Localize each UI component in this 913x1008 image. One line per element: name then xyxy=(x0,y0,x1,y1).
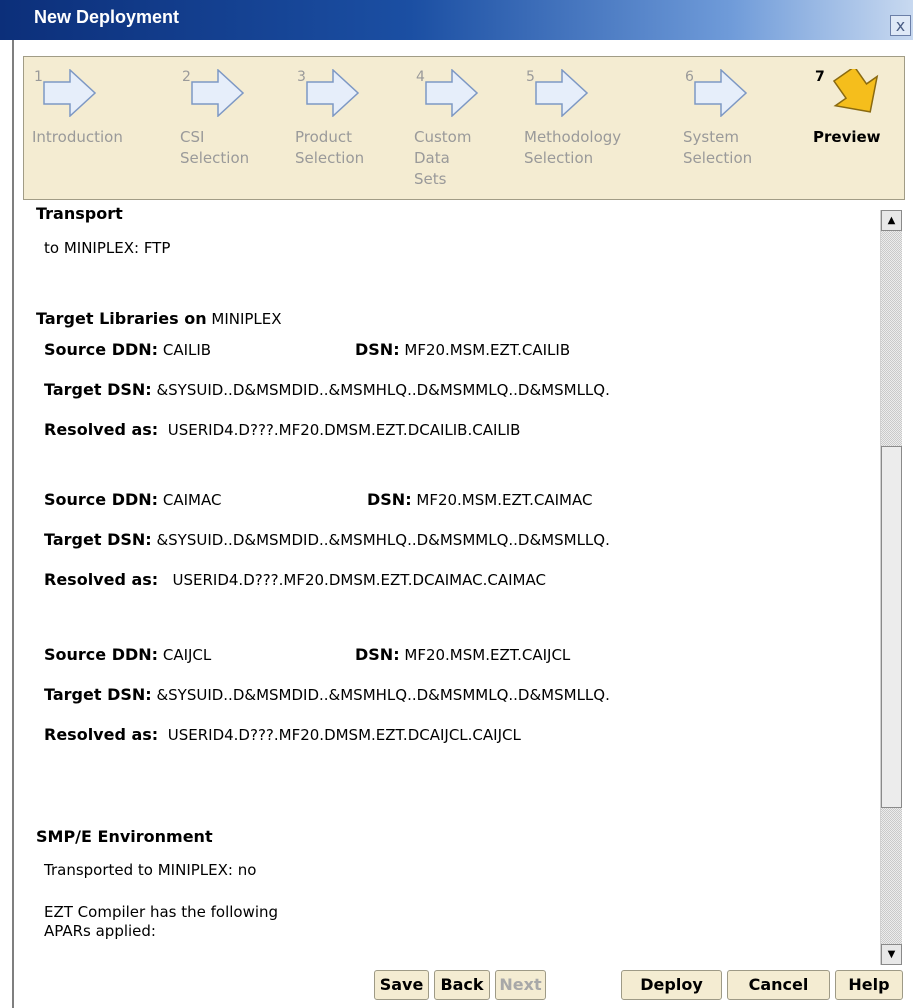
step-number: 3 xyxy=(297,69,306,85)
source-ddn-row: Source DDN: CAIJCL xyxy=(44,645,211,664)
dsn-value: MF20.MSM.EZT.CAILIB xyxy=(404,341,571,359)
target-dsn-label: Target DSN: xyxy=(44,530,152,549)
dsn-label: DSN: xyxy=(355,645,400,664)
source-ddn-value: CAIJCL xyxy=(162,646,212,664)
arrow-right-icon xyxy=(43,69,96,117)
target-libraries-label: Target Libraries on xyxy=(36,309,207,328)
title-bar: New Deployment x xyxy=(0,0,913,40)
resolved-as-label: Resolved as: xyxy=(44,725,159,744)
source-ddn-row: Source DDN: CAIMAC xyxy=(44,490,221,509)
step-number: 2 xyxy=(182,69,191,85)
step-number: 6 xyxy=(685,69,694,85)
resolved-as-row: Resolved as: USERID4.D???.MF20.DMSM.EZT.… xyxy=(44,725,521,744)
source-ddn-label: Source DDN: xyxy=(44,490,159,509)
transport-text: to MINIPLEX: FTP xyxy=(44,239,171,257)
cancel-button[interactable]: Cancel xyxy=(727,970,830,1000)
step-label: Introduction xyxy=(32,128,123,146)
arrow-right-icon xyxy=(694,69,747,117)
resolved-as-value: USERID4.D???.MF20.DMSM.EZT.DCAILIB.CAILI… xyxy=(167,421,521,439)
source-ddn-label: Source DDN: xyxy=(44,340,159,359)
step-number: 4 xyxy=(416,69,425,85)
arrow-down-current-icon xyxy=(832,69,879,113)
help-button[interactable]: Help xyxy=(835,970,903,1000)
resolved-as-label: Resolved as: xyxy=(44,420,159,439)
dsn-row: DSN: MF20.MSM.EZT.CAIMAC xyxy=(367,490,592,509)
step-label: Methodology Selection xyxy=(524,128,622,167)
source-ddn-label: Source DDN: xyxy=(44,645,159,664)
dsn-label: DSN: xyxy=(367,490,412,509)
step-number: 1 xyxy=(34,69,43,85)
target-dsn-value: &SYSUID..D&MSMDID..&MSMHLQ..D&MSMMLQ..D&… xyxy=(156,531,610,549)
smpe-apars-line1: EZT Compiler has the following xyxy=(44,903,279,921)
step-number: 7 xyxy=(815,69,825,85)
vertical-scrollbar[interactable]: ▲ ▼ xyxy=(880,210,902,965)
wizard-steps-bar: 1 Introduction 2 CSI Selection 3 Product… xyxy=(23,56,905,200)
dsn-value: MF20.MSM.EZT.CAIMAC xyxy=(416,491,593,509)
target-libraries-heading: Target Libraries on MINIPLEX xyxy=(36,309,282,328)
source-ddn-value: CAIMAC xyxy=(162,491,222,509)
smpe-apars-line2: APARs applied: xyxy=(44,922,156,940)
preview-content: Transport to MINIPLEX: FTP Target Librar… xyxy=(14,200,878,975)
dsn-row: DSN: MF20.MSM.EZT.CAILIB xyxy=(355,340,570,359)
save-button[interactable]: Save xyxy=(374,970,429,1000)
target-dsn-row: Target DSN: &SYSUID..D&MSMDID..&MSMHLQ..… xyxy=(44,380,610,399)
transport-heading: Transport xyxy=(36,204,123,223)
target-dsn-row: Target DSN: &SYSUID..D&MSMDID..&MSMHLQ..… xyxy=(44,685,610,704)
source-ddn-value: CAILIB xyxy=(162,341,212,359)
arrow-right-icon xyxy=(535,69,588,117)
step-label: Custom Data Sets xyxy=(414,128,472,188)
target-dsn-value: &SYSUID..D&MSMDID..&MSMHLQ..D&MSMMLQ..D&… xyxy=(156,686,610,704)
dsn-label: DSN: xyxy=(355,340,400,359)
resolved-as-label: Resolved as: xyxy=(44,570,159,589)
next-button[interactable]: Next xyxy=(495,970,546,1000)
smpe-heading: SMP/E Environment xyxy=(36,827,213,846)
arrow-right-icon xyxy=(306,69,359,117)
source-ddn-row: Source DDN: CAILIB xyxy=(44,340,211,359)
step-label: Preview xyxy=(813,128,881,146)
arrow-right-icon xyxy=(425,69,478,117)
target-dsn-label: Target DSN: xyxy=(44,685,152,704)
step-label: CSI Selection xyxy=(180,128,250,167)
resolved-as-value: USERID4.D???.MF20.DMSM.EZT.DCAIMAC.CAIMA… xyxy=(172,571,546,589)
arrow-right-icon xyxy=(191,69,244,117)
step-label: System Selection xyxy=(683,128,753,167)
scroll-up-button[interactable]: ▲ xyxy=(881,210,902,231)
smpe-transported: Transported to MINIPLEX: no xyxy=(44,861,257,879)
step-number: 5 xyxy=(526,69,535,85)
back-button[interactable]: Back xyxy=(434,970,490,1000)
dsn-row: DSN: MF20.MSM.EZT.CAIJCL xyxy=(355,645,570,664)
resolved-as-value: USERID4.D???.MF20.DMSM.EZT.DCAIJCL.CAIJC… xyxy=(167,726,521,744)
deploy-button[interactable]: Deploy xyxy=(621,970,722,1000)
close-button[interactable]: x xyxy=(890,15,911,36)
resolved-as-row: Resolved as: USERID4.D???.MF20.DMSM.EZT.… xyxy=(44,420,520,439)
step-label: Product Selection xyxy=(295,128,365,167)
target-dsn-label: Target DSN: xyxy=(44,380,152,399)
scroll-thumb[interactable] xyxy=(881,446,902,808)
window-title: New Deployment xyxy=(34,7,180,27)
scroll-down-button[interactable]: ▼ xyxy=(881,944,902,965)
target-libraries-system: MINIPLEX xyxy=(211,310,282,328)
resolved-as-row: Resolved as: USERID4.D???.MF20.DMSM.EZT.… xyxy=(44,570,546,589)
target-dsn-row: Target DSN: &SYSUID..D&MSMDID..&MSMHLQ..… xyxy=(44,530,610,549)
dsn-value: MF20.MSM.EZT.CAIJCL xyxy=(404,646,571,664)
target-dsn-value: &SYSUID..D&MSMDID..&MSMHLQ..D&MSMMLQ..D&… xyxy=(156,381,610,399)
